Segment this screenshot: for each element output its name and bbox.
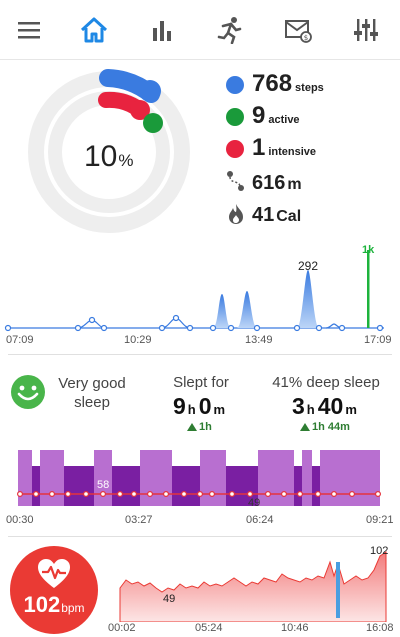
active-color-dot bbox=[226, 108, 244, 126]
intensive-color-dot bbox=[226, 140, 244, 158]
steps-x-label: 10:29 bbox=[124, 334, 152, 346]
bar-chart-icon[interactable] bbox=[146, 14, 178, 46]
heart-min-label: 49 bbox=[163, 593, 176, 605]
top-nav-bar: $ bbox=[0, 0, 400, 60]
calories-value: 41 bbox=[252, 204, 275, 226]
flame-icon bbox=[228, 203, 244, 230]
up-arrow-icon bbox=[187, 423, 197, 431]
sleep-quality: Very good sleep bbox=[58, 375, 126, 411]
steps-x-label: 13:49 bbox=[245, 334, 273, 346]
intensive-stat: 1 intensive bbox=[252, 134, 316, 162]
smiley-icon bbox=[10, 374, 46, 415]
heart-max-label: 102 bbox=[370, 545, 389, 557]
steps-unit: steps bbox=[295, 82, 324, 94]
steps-color-dot bbox=[226, 76, 244, 94]
calories-unit: Cal bbox=[276, 208, 302, 225]
intensive-value: 1 bbox=[252, 134, 266, 161]
minutes-unit: m bbox=[213, 402, 226, 417]
heart-rate-badge[interactable]: 102bpm bbox=[10, 546, 98, 634]
steps-goal-line bbox=[367, 250, 370, 328]
distance-value: 616 bbox=[252, 172, 286, 194]
steps-peak-1 bbox=[213, 294, 231, 328]
active-value: 9 bbox=[252, 102, 266, 129]
steps-goal-label: 1k bbox=[362, 244, 375, 256]
sleep-x-label: 06:24 bbox=[246, 514, 274, 526]
sleep-hr-high-label: 58 bbox=[97, 479, 110, 491]
running-icon[interactable] bbox=[214, 14, 246, 46]
deep-minutes: 40 bbox=[317, 393, 344, 419]
active-stat: 9 active bbox=[252, 102, 300, 130]
heart-rate-chart[interactable] bbox=[118, 548, 388, 623]
distance-unit: m bbox=[287, 176, 302, 193]
steps-chart[interactable] bbox=[0, 244, 400, 336]
slept-delta: 1h bbox=[187, 421, 212, 433]
steps-value: 768 bbox=[252, 70, 293, 97]
section-divider bbox=[8, 354, 392, 355]
heart-rate-area bbox=[119, 551, 387, 623]
slept-delta-value: 1h bbox=[199, 421, 212, 433]
mail-icon[interactable]: $ bbox=[282, 14, 314, 46]
sleep-chart[interactable] bbox=[0, 446, 400, 512]
heart-rate-value: 102bpm bbox=[10, 592, 98, 618]
up-arrow-icon bbox=[300, 423, 310, 431]
section-divider bbox=[8, 536, 392, 537]
heart-x-label: 00:02 bbox=[108, 622, 136, 634]
bpm-unit: bpm bbox=[61, 601, 85, 615]
svg-text:$: $ bbox=[304, 34, 308, 42]
deep-sleep-label: 41% deep sleep bbox=[272, 374, 380, 391]
bpm-value: 102 bbox=[23, 592, 61, 617]
slept-for-label: Slept for bbox=[173, 374, 229, 391]
steps-peak-3 bbox=[297, 270, 319, 328]
steps-stat: 768 steps bbox=[252, 70, 324, 98]
sleep-hr-low-label: 49 bbox=[248, 497, 261, 509]
heart-rate-marker bbox=[336, 562, 340, 618]
deep-hours: 3 bbox=[292, 393, 305, 419]
minutes-unit: m bbox=[345, 402, 357, 417]
activity-percent: 10 % bbox=[84, 140, 134, 174]
slept-minutes: 0 bbox=[198, 393, 212, 419]
active-unit: active bbox=[268, 114, 300, 126]
percent-sign: % bbox=[118, 151, 134, 170]
steps-x-label: 07:09 bbox=[6, 334, 34, 346]
deep-delta-value: 1h 44m bbox=[312, 421, 350, 433]
steps-peak-2 bbox=[237, 291, 257, 328]
heart-x-label: 10:46 bbox=[281, 622, 309, 634]
hours-unit: h bbox=[306, 402, 315, 417]
slept-hours: 9 bbox=[173, 393, 186, 419]
calories-stat: 41 Cal bbox=[252, 204, 301, 227]
deep-duration: 3 h 40 m bbox=[292, 393, 360, 420]
sleep-x-label: 00:30 bbox=[6, 514, 34, 526]
sliders-icon[interactable] bbox=[350, 14, 382, 46]
heart-x-label: 05:24 bbox=[195, 622, 223, 634]
intensive-unit: intensive bbox=[268, 146, 317, 158]
sleep-x-label: 03:27 bbox=[125, 514, 153, 526]
menu-icon[interactable] bbox=[13, 14, 45, 46]
distance-route-icon bbox=[226, 170, 246, 197]
percent-value: 10 bbox=[84, 140, 118, 173]
home-icon[interactable] bbox=[78, 14, 110, 46]
heart-pulse-icon bbox=[38, 559, 70, 588]
hours-unit: h bbox=[187, 402, 196, 417]
distance-stat: 616 m bbox=[252, 172, 302, 195]
steps-x-label: 17:09 bbox=[364, 334, 392, 346]
deep-delta: 1h 44m bbox=[300, 421, 350, 433]
sleep-x-label: 09:21 bbox=[366, 514, 394, 526]
slept-duration: 9h0m bbox=[173, 393, 228, 420]
steps-peak-label: 292 bbox=[298, 259, 319, 273]
heart-x-label: 16:08 bbox=[366, 622, 394, 634]
